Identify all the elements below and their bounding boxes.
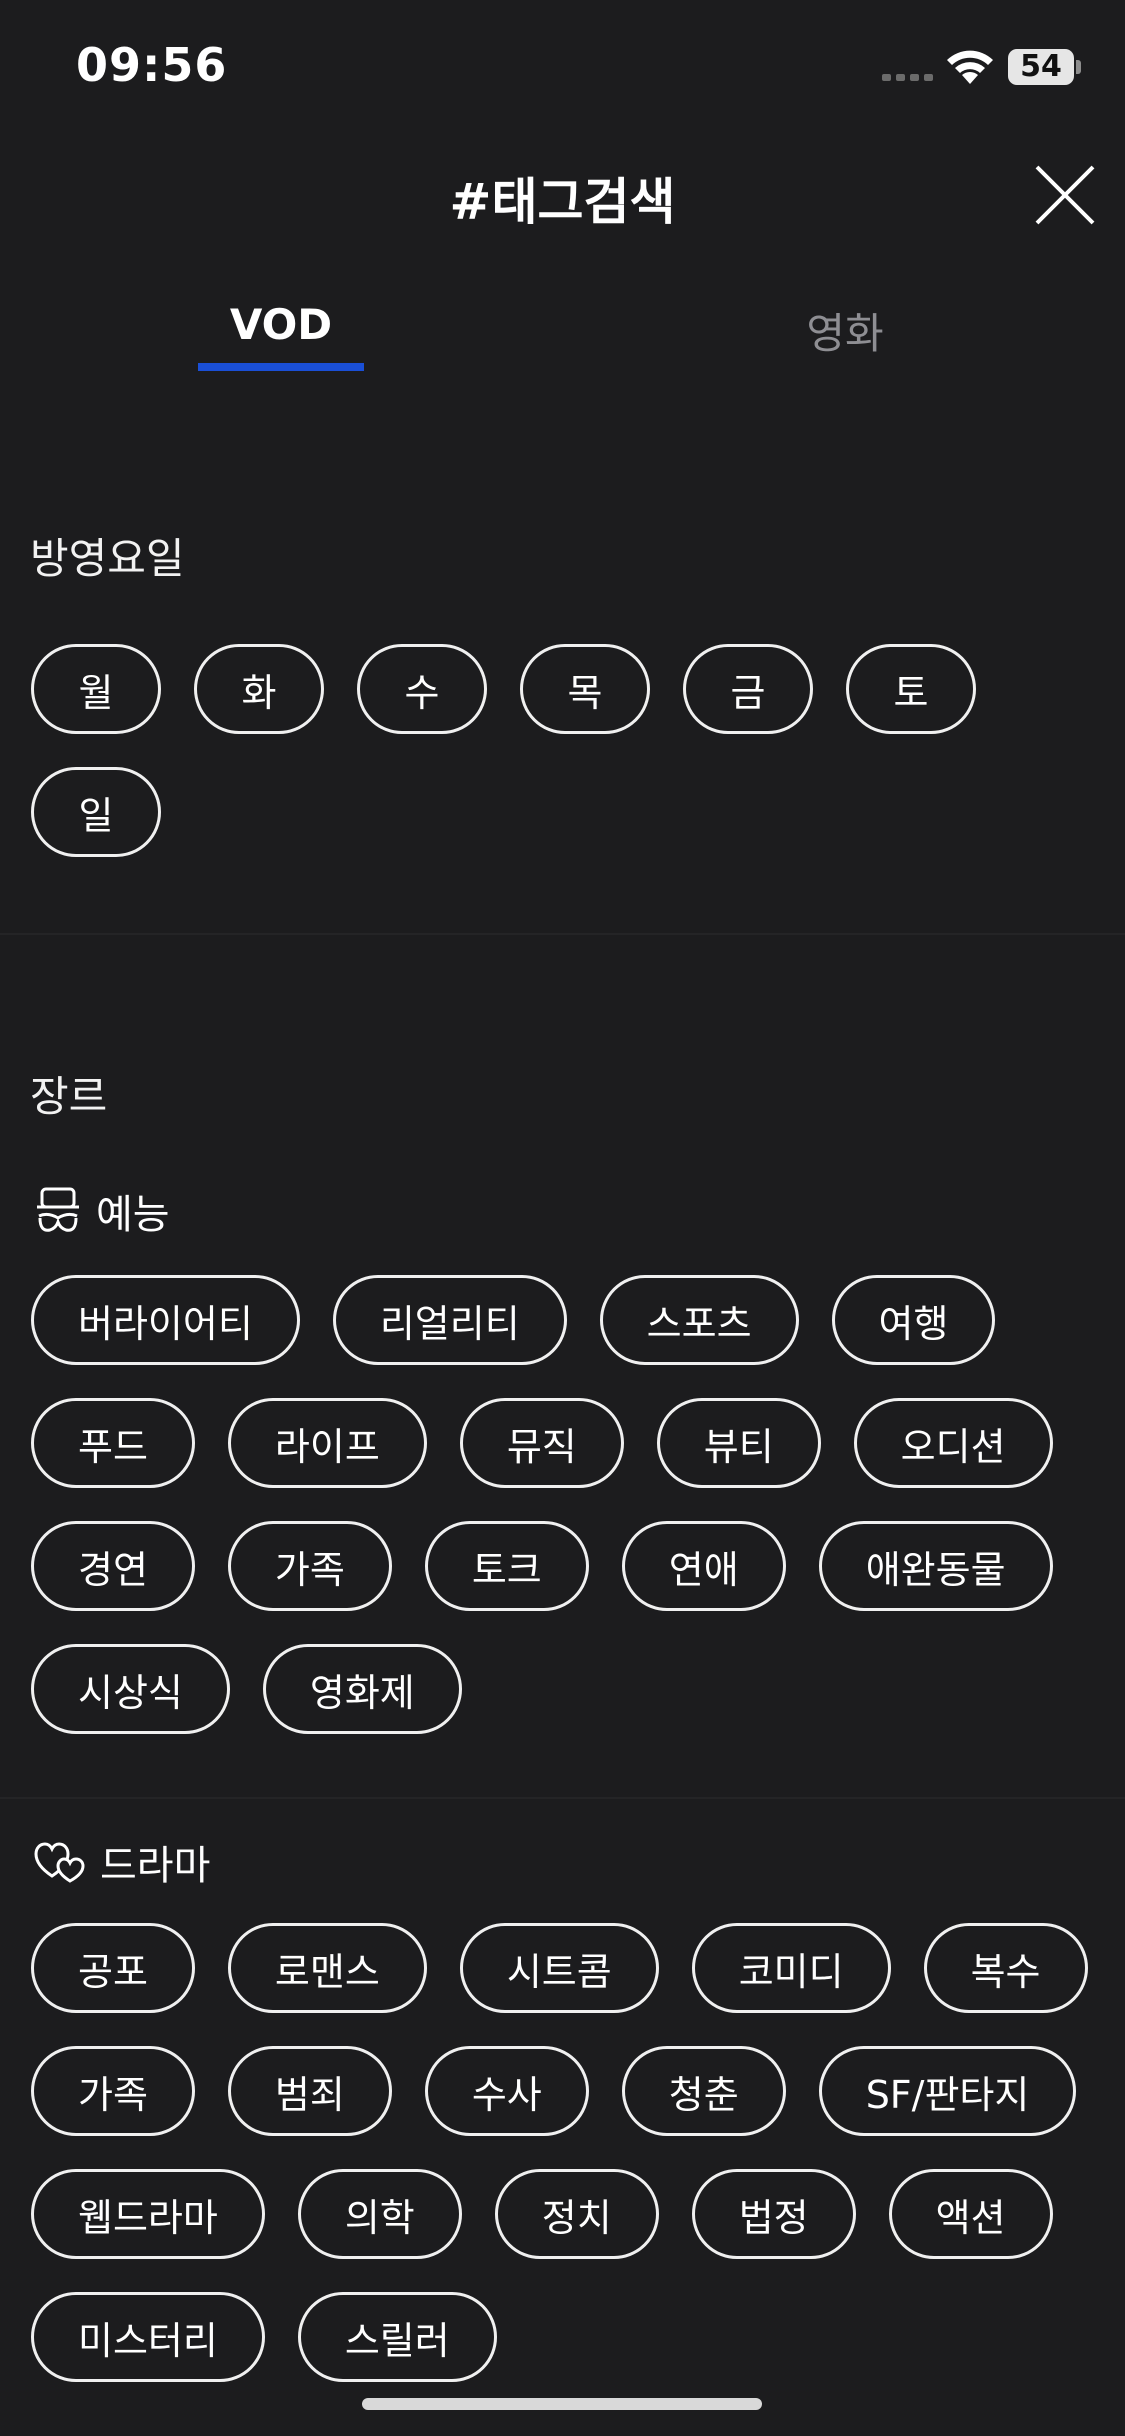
- day-chip[interactable]: 월: [31, 644, 161, 734]
- drama-tag-chip[interactable]: 스릴러: [297, 2292, 497, 2382]
- header: #태그검색: [0, 140, 1125, 250]
- drama-tag-chip[interactable]: 코미디: [691, 1923, 891, 2013]
- home-indicator: [362, 2398, 762, 2410]
- day-chip[interactable]: 토: [846, 644, 976, 734]
- variety-tag-chip[interactable]: 오디션: [853, 1398, 1053, 1488]
- status-time: 09:56: [76, 38, 228, 92]
- mustache-face-icon: [37, 1187, 79, 1232]
- section-title-genre: 장르: [30, 1072, 108, 1121]
- drama-tag-chip[interactable]: 시트콤: [459, 1923, 659, 2013]
- drama-tag-chip[interactable]: 웹드라마: [31, 2169, 265, 2259]
- drama-tag-chip[interactable]: 범죄: [227, 2046, 392, 2136]
- variety-tag-chip[interactable]: 경연: [31, 1521, 195, 1611]
- drama-tag-chip[interactable]: 미스터리: [31, 2292, 265, 2382]
- drama-tag-chip[interactable]: 가족: [31, 2046, 195, 2136]
- variety-tag-chip[interactable]: 애완동물: [818, 1521, 1053, 1611]
- day-chip[interactable]: 화: [194, 644, 324, 734]
- variety-tag-chip[interactable]: 시상식: [31, 1644, 230, 1734]
- drama-tag-chip[interactable]: 수사: [424, 2046, 589, 2136]
- drama-tag-chip[interactable]: 청춘: [621, 2046, 786, 2136]
- active-tab-indicator: [198, 363, 364, 371]
- day-chip[interactable]: 일: [31, 767, 161, 857]
- section-title-days: 방영요일: [30, 534, 185, 583]
- tab-movie[interactable]: 영화: [760, 300, 930, 361]
- variety-tag-chip[interactable]: 리얼리티: [332, 1275, 567, 1365]
- variety-tag-chip[interactable]: 스포츠: [599, 1275, 799, 1365]
- hearts-icon: [34, 1842, 85, 1883]
- variety-chip-group: 버라이어티 리얼리티 스포츠 여행푸드 라이프 뮤직 뷰티 오디션경연 가족 토크 연애 애완동물시상…: [31, 1275, 1111, 1734]
- variety-tag-chip[interactable]: 푸드: [31, 1398, 195, 1488]
- drama-chip-group: 공포 로맨스 시트콤 코미디 복수가족 범죄 수사 청춘 SF/판타지웹드라마 의학 정치 법정 액션미…: [31, 1923, 1111, 2382]
- variety-tag-chip[interactable]: 뷰티: [656, 1398, 821, 1488]
- drama-tag-chip[interactable]: 복수: [923, 1923, 1088, 2013]
- subcategory-variety: 예능: [34, 1182, 170, 1240]
- drama-tag-chip[interactable]: 정치: [494, 2169, 659, 2259]
- wifi-icon: [947, 50, 993, 84]
- drama-tag-chip[interactable]: SF/판타지: [818, 2046, 1077, 2136]
- subcategory-label-drama: 드라마: [100, 1843, 211, 1889]
- status-bar: 09:56 54: [0, 0, 1125, 130]
- page-title: #태그검색: [449, 173, 676, 231]
- subsection-divider: [0, 1797, 1125, 1799]
- drama-tag-chip[interactable]: 액션: [888, 2169, 1053, 2259]
- variety-tag-chip[interactable]: 가족: [227, 1521, 392, 1611]
- variety-tag-chip[interactable]: 버라이어티: [31, 1275, 300, 1365]
- drama-tag-chip[interactable]: 로맨스: [227, 1923, 427, 2013]
- variety-tag-chip[interactable]: 토크: [424, 1521, 589, 1611]
- subcategory-drama: 드라마: [34, 1833, 210, 1891]
- variety-tag-chip[interactable]: 뮤직: [459, 1398, 624, 1488]
- close-button[interactable]: [1030, 160, 1100, 230]
- tab-vod[interactable]: VOD: [200, 300, 362, 349]
- variety-tag-chip[interactable]: 연애: [621, 1521, 786, 1611]
- day-chip[interactable]: 수: [357, 644, 487, 734]
- subcategory-label-variety: 예능: [96, 1192, 170, 1238]
- drama-tag-chip[interactable]: 의학: [297, 2169, 462, 2259]
- day-chip[interactable]: 금: [683, 644, 813, 734]
- variety-tag-chip[interactable]: 영화제: [262, 1644, 462, 1734]
- day-chip[interactable]: 목: [520, 644, 650, 734]
- cellular-signal-icon: [882, 74, 933, 81]
- tab-bar: VOD 영화: [0, 290, 1125, 380]
- drama-tag-chip[interactable]: 공포: [31, 1923, 195, 2013]
- variety-tag-chip[interactable]: 라이프: [227, 1398, 427, 1488]
- battery-icon: 54: [1008, 49, 1074, 85]
- section-divider: [0, 933, 1125, 935]
- variety-tag-chip[interactable]: 여행: [831, 1275, 996, 1365]
- drama-tag-chip[interactable]: 법정: [691, 2169, 856, 2259]
- day-chip-group: 월화수목금토일: [31, 644, 1111, 857]
- battery-nub: [1076, 60, 1081, 74]
